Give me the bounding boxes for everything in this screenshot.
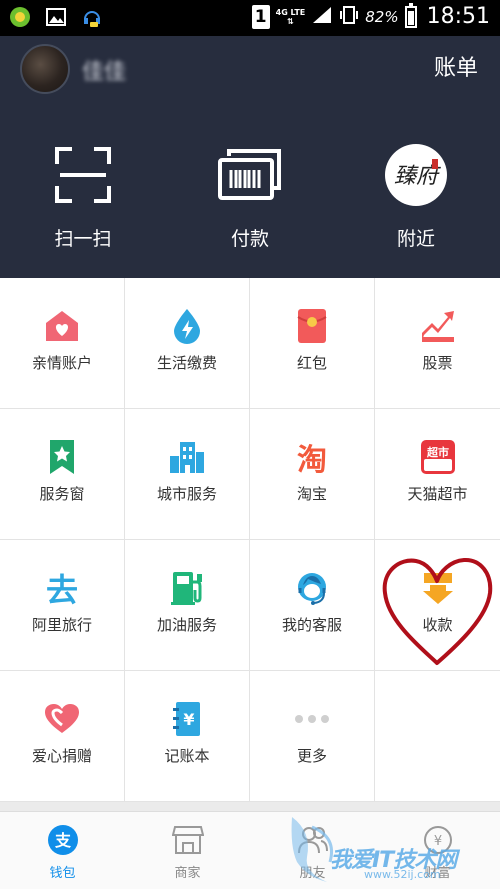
city-building-icon [169,439,205,475]
grid-item-label: 城市服务 [156,485,217,503]
app-notification-icon [8,5,32,29]
tab-label: 财富 [424,866,451,881]
grid-item-label: 我的客服 [281,616,342,634]
status-bar: 1 4G LTE ⇅ 82% 18:51 [0,0,500,36]
nearby-seal-icon: 臻府 [383,142,449,208]
clock: 18:51 [426,4,490,29]
grid-item-empty [375,671,500,802]
travel-glyph: 去 [45,571,78,609]
grid-item-label: 爱心捐赠 [31,747,92,765]
pay-label: 付款 [230,228,269,250]
tab-label: 钱包 [49,866,76,881]
ali-travel-icon: 去 [44,570,80,609]
grid-item-label: 服务窗 [39,485,85,503]
grid-item-label: 加油服务 [156,616,217,634]
family-house-icon [44,308,80,344]
taobao-glyph: 淘 [297,443,327,478]
battery-icon [404,2,417,28]
tab-wealth[interactable]: ¥ 财富 [375,812,500,889]
grid-item-account-book[interactable]: ¥ 记账本 [125,671,250,802]
grid-item-city-services[interactable]: 城市服务 [125,409,250,540]
services-grid: 亲情账户 生活缴费 红包 股票 服务窗 城市服务 淘 淘宝 超市 天猫超市 去 … [0,278,500,802]
gas-pump-icon [169,570,205,606]
tmall-market-icon: 超市 [420,439,456,475]
bill-button[interactable]: 账单 [434,50,478,82]
username[interactable]: 佳佳 [82,54,126,86]
grid-item-label: 生活缴费 [156,354,217,372]
sim-slot-indicator: 1 [251,4,270,29]
scan-label: 扫一扫 [54,228,112,250]
grid-item-customer-service[interactable]: 我的客服 [250,540,375,671]
tab-merchants[interactable]: 商家 [125,812,250,889]
red-envelope-icon [294,308,330,344]
grid-item-gas-service[interactable]: 加油服务 [125,540,250,671]
tab-friends[interactable]: 朋友 [250,812,375,889]
grid-item-charity[interactable]: 爱心捐赠 [0,671,125,802]
bottom-tab-bar: 支 钱包 商家 朋友 ¥ 财富 [0,811,500,889]
grid-item-red-envelope[interactable]: 红包 [250,278,375,409]
svg-text:¥: ¥ [433,834,441,849]
customer-service-icon [294,570,330,606]
tab-label: 商家 [174,866,201,881]
nearby-label: 附近 [396,228,435,250]
store-icon [171,824,204,856]
wallet-header: 佳佳 账单 扫一扫 付款 臻府 附近 [0,36,500,278]
grid-item-taobao[interactable]: 淘 淘宝 [250,409,375,540]
bookmark-star-icon [44,439,80,475]
nearby-button[interactable]: 臻府 附近 [356,142,476,251]
grid-item-label: 股票 [422,354,453,372]
network-type: 4G LTE ⇅ [275,7,306,26]
grid-item-label: 红包 [296,354,327,372]
account-book-icon: ¥ [169,701,205,737]
barcode-card-icon [217,142,283,208]
grid-item-label: 淘宝 [296,485,327,503]
grid-item-ali-travel[interactable]: 去 阿里旅行 [0,540,125,671]
grid-item-receive-money[interactable]: 收款 [375,540,500,671]
friends-icon [297,824,329,856]
scan-button[interactable]: 扫一扫 [23,142,143,251]
svg-text:¥: ¥ [183,710,194,729]
grid-item-more[interactable]: 更多 [250,671,375,802]
grid-item-label: 更多 [296,747,327,765]
grid-item-family-account[interactable]: 亲情账户 [0,278,125,409]
receive-money-icon [420,570,456,606]
charity-heart-icon [44,701,80,737]
grid-item-service-window[interactable]: 服务窗 [0,409,125,540]
tab-wallet[interactable]: 支 钱包 [0,812,125,889]
stock-chart-icon [420,308,456,344]
grid-item-label: 亲情账户 [31,354,92,372]
grid-item-label: 阿里旅行 [31,616,92,634]
scan-icon [50,142,116,208]
taobao-icon: 淘 [294,439,330,478]
avatar[interactable] [20,44,70,94]
svg-text:支: 支 [53,831,71,850]
battery-percent: 82% [365,7,399,26]
more-dots-icon [294,701,330,737]
pay-button[interactable]: 付款 [190,142,310,251]
signal-icon [311,5,333,29]
gallery-icon [44,5,68,29]
grid-item-tmall-supermarket[interactable]: 超市 天猫超市 [375,409,500,540]
wealth-icon: ¥ [422,824,454,856]
vibrate-icon [339,5,359,29]
grid-item-label: 记账本 [164,747,210,765]
grid-item-label: 天猫超市 [407,485,468,503]
svg-text:超市: 超市 [426,445,449,459]
tab-label: 朋友 [299,866,326,881]
headset-icon [80,5,104,29]
wallet-icon: 支 [47,824,79,856]
water-drop-bolt-icon [169,308,205,344]
grid-item-stocks[interactable]: 股票 [375,278,500,409]
grid-item-label: 收款 [422,616,453,634]
grid-item-utility-bills[interactable]: 生活缴费 [125,278,250,409]
